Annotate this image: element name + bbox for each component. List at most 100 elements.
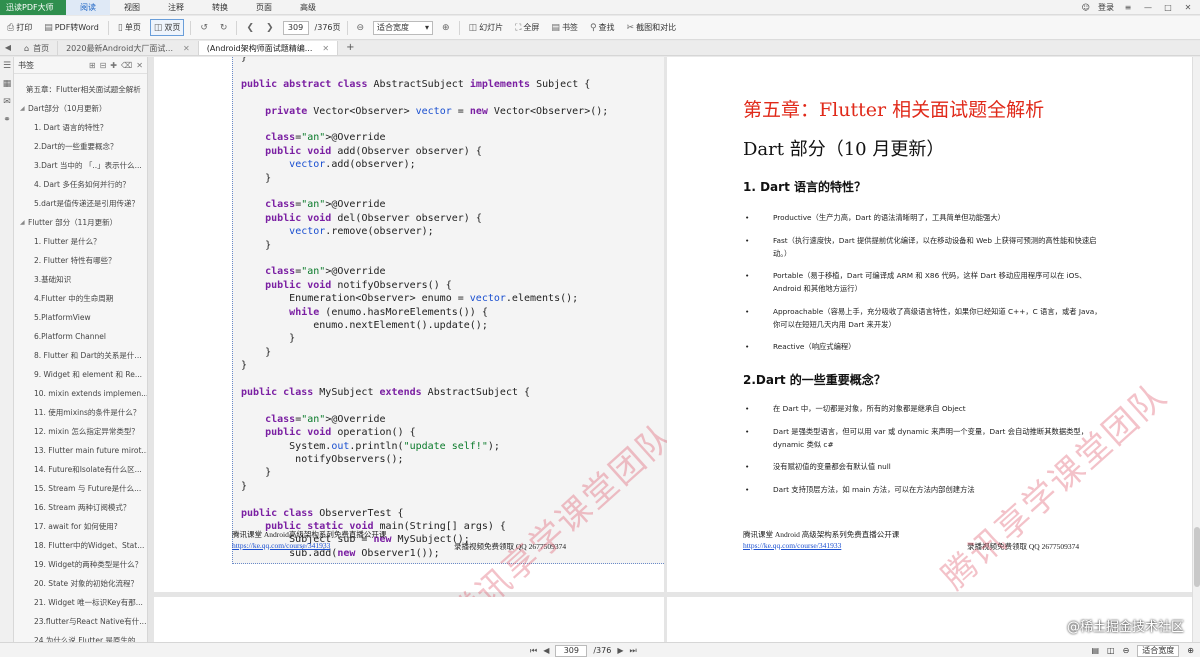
back-icon[interactable]: ◀ (0, 40, 16, 55)
list-item-text: Portable（易于移植，Dart 可编译成 ARM 和 X86 代码，这样 … (773, 271, 1087, 293)
outline-item[interactable]: 19. Widget的两种类型是什么？ (14, 555, 147, 574)
close-tab-icon[interactable]: ✕ (322, 44, 329, 53)
menu-icon[interactable]: ≡ (1122, 3, 1134, 12)
tab-document-2[interactable]: (Android架构师面试题精编... ✕ (198, 41, 339, 55)
prev-page-icon[interactable]: ◀ (543, 646, 549, 655)
close-icon[interactable]: ✕ (1182, 3, 1194, 12)
zoom-in-icon[interactable]: ⊕ (1187, 646, 1194, 655)
slideshow-button[interactable]: ◫ 幻灯片 (466, 20, 507, 35)
outline-item[interactable]: 14. Future和Isolate有什么区... (14, 460, 147, 479)
bookmark-button[interactable]: ▤ 书签 (548, 20, 581, 35)
next-page-icon[interactable]: ▶ (617, 646, 623, 655)
outline-item[interactable]: 3.基础知识 (14, 270, 147, 289)
outline-item[interactable]: 16. Stream 两种订阅模式？ (14, 498, 147, 517)
code-line: } (241, 346, 272, 358)
outline-item[interactable]: 5.dart是值传递还是引用传递？ (14, 194, 147, 213)
first-page-icon[interactable]: ⏮ (530, 646, 537, 656)
chevron-down-icon[interactable]: ◢ (20, 105, 28, 112)
search-button[interactable]: ⚲ 查找 (587, 20, 618, 35)
screenshot-button[interactable]: ✂ 截图和对比 (624, 20, 680, 35)
user-icon[interactable]: ☺ (1082, 3, 1090, 12)
single-page-icon: ▯ (117, 22, 123, 33)
outline-item[interactable]: 6.Platform Channel (14, 327, 147, 346)
outline-item[interactable]: 2.Dart的一些重要概念？ (14, 137, 147, 156)
outline-item[interactable]: 2. Flutter 特性有哪些？ (14, 251, 147, 270)
comment-icon[interactable]: ✉ (0, 93, 14, 111)
outline-item[interactable]: 9. Widget 和 element 和 Re... (14, 365, 147, 384)
delete-bookmark-icon[interactable]: ⌫ (121, 61, 132, 70)
outline-item[interactable]: 18. Flutter中的Widget、Stat... (14, 536, 147, 555)
last-page-icon[interactable]: ⏭ (629, 646, 636, 656)
status-zoom-select[interactable]: 适合宽度 (1137, 644, 1180, 657)
tab-home[interactable]: ⌂ 首页 (16, 41, 59, 55)
minimize-icon[interactable]: — (1142, 3, 1154, 12)
outline-item[interactable]: 8. Flutter 和 Dart的关系是什... (14, 346, 147, 365)
add-bookmark-icon[interactable]: ✚ (110, 61, 117, 70)
vertical-scrollbar[interactable] (1192, 57, 1200, 642)
attachment-icon[interactable]: ⚭ (0, 111, 14, 129)
zoom-out-button[interactable]: ⊖ (354, 21, 368, 35)
menu-advanced[interactable]: 高级 (286, 0, 330, 15)
outline-item[interactable]: 13. Flutter main future mirot... (14, 441, 147, 460)
tab-document-1[interactable]: 2020最新Android大厂面试... ✕ (58, 41, 199, 55)
to-word-button[interactable]: ▤ PDF转Word (41, 20, 102, 35)
zoom-select[interactable]: 适合宽度 ▾ (373, 20, 434, 35)
outline-item[interactable]: 17. await for 如何使用? (14, 517, 147, 536)
footer-link[interactable]: https://ke.qq.com/course/341933 (743, 541, 841, 550)
rotate-left-button[interactable]: ↺ (197, 21, 211, 35)
view-mode-icon[interactable]: ▤ (1091, 646, 1099, 655)
scrollbar-thumb[interactable] (1194, 527, 1200, 587)
menu-page[interactable]: 页面 (242, 0, 286, 15)
outline-item[interactable]: ◢ Dart部分（10月更新） (14, 99, 147, 118)
status-page-input[interactable]: 309 (555, 644, 588, 657)
outline-item[interactable]: ◢ Flutter 部分（11月更新） (14, 213, 147, 232)
outline-item[interactable]: 第五章：Flutter相关面试题全解析 (14, 80, 147, 99)
outline-item[interactable]: 21. Widget 唯一标识Key有那... (14, 593, 147, 612)
next-page-button[interactable]: ❯ (263, 21, 277, 35)
outline-item[interactable]: 4. Dart 多任务如何并行的？ (14, 175, 147, 194)
zoom-out-icon[interactable]: ⊖ (1123, 646, 1130, 655)
rotate-right-button[interactable]: ↻ (217, 21, 231, 35)
outline-item[interactable]: 20. State 对象的初始化流程？ (14, 574, 147, 593)
menu-convert[interactable]: 转换 (198, 0, 242, 15)
outline-item[interactable]: 23.flutter与React Native有什... (14, 612, 147, 631)
outline-item[interactable]: 1. Dart 语言的特性？ (14, 118, 147, 137)
outline-item[interactable]: 4.Flutter 中的生命周期 (14, 289, 147, 308)
plus-circle-icon: ⊕ (442, 22, 450, 33)
close-icon[interactable]: ✕ (136, 61, 143, 70)
maximize-icon[interactable]: □ (1162, 3, 1174, 12)
expand-icon[interactable]: ⊞ (89, 61, 96, 70)
collapse-icon[interactable]: ⊟ (100, 61, 107, 70)
chevron-down-icon[interactable]: ◢ (20, 219, 28, 226)
login-link[interactable]: 登录 (1098, 2, 1114, 13)
outline-item[interactable]: 1. Flutter 是什么？ (14, 232, 147, 251)
page-number-input[interactable]: 309 (282, 20, 309, 35)
single-page-button[interactable]: ▯ 单页 (115, 20, 144, 35)
outline-item[interactable]: 10. mixin extends implemen... (14, 384, 147, 403)
outline-item[interactable]: 3.Dart 当中的 「..」表示什么... (14, 156, 147, 175)
menu-annotate[interactable]: 注释 (154, 0, 198, 15)
footer-link[interactable]: https://ke.qq.com/course/341933 (232, 541, 330, 550)
outline-item[interactable]: 15. Stream 与 Future是什么... (14, 479, 147, 498)
thumbnails-icon[interactable]: ▦ (0, 75, 14, 93)
double-page-button[interactable]: ◫ 双页 (149, 19, 185, 36)
double-view-icon[interactable]: ◫ (1107, 646, 1115, 655)
printer-icon: ⎙ (7, 22, 15, 33)
print-button[interactable]: ⎙ 打印 (4, 20, 35, 35)
outline-icon[interactable]: ☰ (0, 57, 14, 75)
prev-page-button[interactable]: ❮ (243, 21, 257, 35)
fullscreen-button[interactable]: ⛶ 全屏 (512, 20, 542, 35)
outline-item[interactable]: 5.PlatformView (14, 308, 147, 327)
outline-item[interactable]: 11. 使用mixins的条件是什么？ (14, 403, 147, 422)
document-viewer[interactable]: } public abstract class AbstractSubject i… (148, 57, 1200, 642)
menu-view[interactable]: 视图 (110, 0, 154, 15)
outline-item[interactable]: 12. mixin 怎么指定异常类型？ (14, 422, 147, 441)
outline-item-label: 5.dart是值传递还是引用传递？ (34, 199, 140, 208)
zoom-in-button[interactable]: ⊕ (439, 21, 453, 35)
code-line: public class MySubject extends AbstractS… (241, 387, 531, 398)
close-tab-icon[interactable]: ✕ (183, 44, 190, 53)
menu-read[interactable]: 阅读 (66, 0, 110, 15)
new-tab-icon[interactable]: + (338, 41, 362, 55)
pdf-page-next-left (154, 597, 664, 642)
to-word-label: PDF转Word (54, 23, 99, 32)
